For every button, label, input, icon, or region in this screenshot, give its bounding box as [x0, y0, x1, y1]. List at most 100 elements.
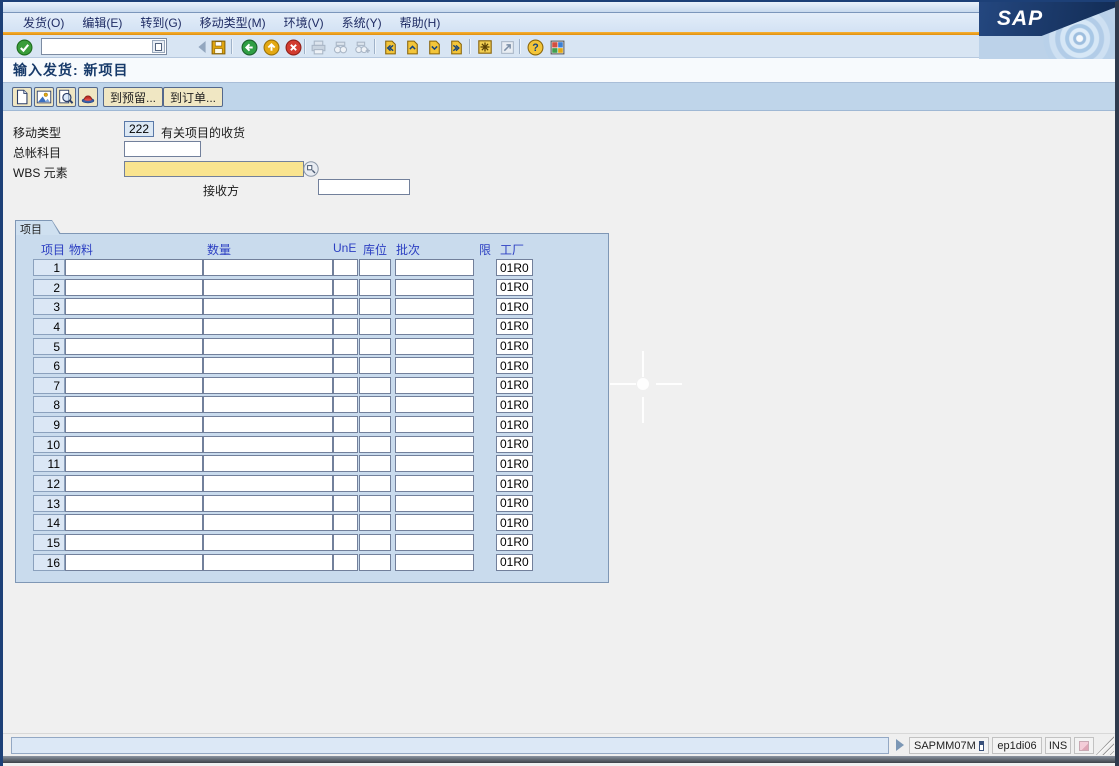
material-input[interactable]	[65, 318, 203, 335]
batch-input[interactable]	[395, 416, 474, 433]
status-system-box[interactable]: ep1di06	[992, 737, 1042, 754]
unit-input[interactable]	[333, 416, 358, 433]
material-input[interactable]	[65, 436, 203, 453]
unit-input[interactable]	[333, 279, 358, 296]
back-button[interactable]	[240, 38, 258, 56]
quantity-input[interactable]	[203, 396, 333, 413]
plant-input[interactable]	[496, 259, 533, 276]
item-number-cell[interactable]: 8	[33, 396, 65, 413]
storage_location-input[interactable]	[359, 495, 391, 512]
item-number-cell[interactable]: 14	[33, 514, 65, 531]
next-page-button[interactable]	[425, 38, 443, 56]
plant-input[interactable]	[496, 455, 533, 472]
batch-input[interactable]	[395, 279, 474, 296]
movement-type-field[interactable]	[124, 121, 154, 137]
storage_location-input[interactable]	[359, 436, 391, 453]
item-number-cell[interactable]: 4	[33, 318, 65, 335]
batch-input[interactable]	[395, 495, 474, 512]
storage_location-input[interactable]	[359, 475, 391, 492]
material-input[interactable]	[65, 534, 203, 551]
batch-input[interactable]	[395, 318, 474, 335]
new-item-button[interactable]	[12, 87, 32, 107]
wbs-matchcode-button[interactable]	[303, 161, 319, 177]
quantity-input[interactable]	[203, 298, 333, 315]
item-number-cell[interactable]: 5	[33, 338, 65, 355]
material-input[interactable]	[65, 279, 203, 296]
storage_location-input[interactable]	[359, 338, 391, 355]
unit-input[interactable]	[333, 377, 358, 394]
batch-input[interactable]	[395, 534, 474, 551]
material-input[interactable]	[65, 416, 203, 433]
exit-button[interactable]	[262, 38, 280, 56]
material-input[interactable]	[65, 377, 203, 394]
plant-input[interactable]	[496, 357, 533, 374]
menu-item-1[interactable]: 编辑(E)	[82, 14, 122, 31]
unit-input[interactable]	[333, 318, 358, 335]
command-input[interactable]	[42, 40, 152, 53]
item-number-cell[interactable]: 9	[33, 416, 65, 433]
storage_location-input[interactable]	[359, 396, 391, 413]
menu-item-3[interactable]: 移动类型(M)	[200, 14, 266, 31]
plant-input[interactable]	[496, 554, 533, 571]
batch-input[interactable]	[395, 259, 474, 276]
plant-input[interactable]	[496, 534, 533, 551]
material-input[interactable]	[65, 338, 203, 355]
quantity-input[interactable]	[203, 416, 333, 433]
material-input[interactable]	[65, 554, 203, 571]
material-input[interactable]	[65, 357, 203, 374]
overview-button[interactable]	[34, 87, 54, 107]
status-expand-icon[interactable]	[896, 739, 904, 751]
status-program-box[interactable]: SAPMM07M	[909, 737, 989, 754]
unit-input[interactable]	[333, 495, 358, 512]
storage_location-input[interactable]	[359, 377, 391, 394]
material-input[interactable]	[65, 455, 203, 472]
item-number-cell[interactable]: 1	[33, 259, 65, 276]
resize-grip[interactable]	[1096, 736, 1114, 755]
unit-input[interactable]	[333, 298, 358, 315]
quantity-input[interactable]	[203, 436, 333, 453]
plant-input[interactable]	[496, 436, 533, 453]
material-input[interactable]	[65, 495, 203, 512]
plant-input[interactable]	[496, 318, 533, 335]
menu-item-5[interactable]: 系统(Y)	[342, 14, 382, 31]
unit-input[interactable]	[333, 475, 358, 492]
storage_location-input[interactable]	[359, 554, 391, 571]
storage_location-input[interactable]	[359, 298, 391, 315]
save-button[interactable]	[209, 38, 227, 56]
command-field[interactable]	[41, 38, 167, 55]
batch-input[interactable]	[395, 436, 474, 453]
material-input[interactable]	[65, 259, 203, 276]
status-message-field[interactable]	[11, 737, 889, 754]
plant-input[interactable]	[496, 396, 533, 413]
storage_location-input[interactable]	[359, 455, 391, 472]
material-input[interactable]	[65, 514, 203, 531]
first-page-button[interactable]	[381, 38, 399, 56]
quantity-input[interactable]	[203, 475, 333, 492]
storage_location-input[interactable]	[359, 259, 391, 276]
plant-input[interactable]	[496, 416, 533, 433]
items-tab[interactable]: 项目	[15, 220, 61, 234]
storage_location-input[interactable]	[359, 279, 391, 296]
plant-input[interactable]	[496, 514, 533, 531]
to-order-button[interactable]: 到订单...	[163, 87, 223, 107]
unit-input[interactable]	[333, 396, 358, 413]
batch-input[interactable]	[395, 298, 474, 315]
item-number-cell[interactable]: 11	[33, 455, 65, 472]
enter-button[interactable]	[15, 38, 33, 56]
batch-input[interactable]	[395, 377, 474, 394]
plant-input[interactable]	[496, 377, 533, 394]
storage_location-input[interactable]	[359, 357, 391, 374]
create-shortcut-button[interactable]	[498, 38, 516, 56]
unit-input[interactable]	[333, 338, 358, 355]
unit-input[interactable]	[333, 259, 358, 276]
quantity-input[interactable]	[203, 455, 333, 472]
item-number-cell[interactable]: 3	[33, 298, 65, 315]
item-number-cell[interactable]: 16	[33, 554, 65, 571]
cancel-button[interactable]	[284, 38, 302, 56]
material-input[interactable]	[65, 396, 203, 413]
quantity-input[interactable]	[203, 534, 333, 551]
item-number-cell[interactable]: 15	[33, 534, 65, 551]
item-number-cell[interactable]: 7	[33, 377, 65, 394]
detail-display-button[interactable]	[56, 87, 76, 107]
batch-input[interactable]	[395, 554, 474, 571]
